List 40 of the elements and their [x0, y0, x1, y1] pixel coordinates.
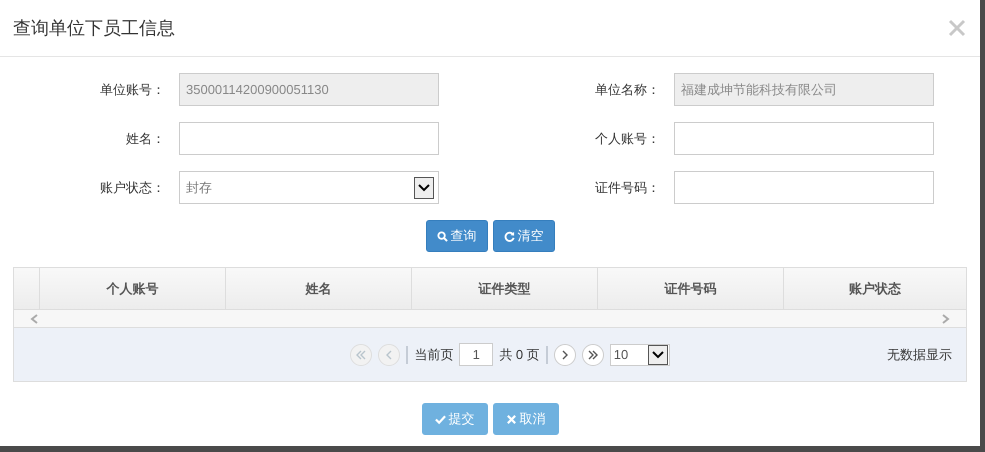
column-header: 证件类型 — [412, 268, 598, 309]
scroll-right-icon[interactable] — [942, 314, 950, 324]
input-field[interactable] — [674, 171, 934, 204]
column-header: 个人账号 — [40, 268, 226, 309]
close-icon[interactable] — [948, 19, 966, 37]
scroll-left-icon[interactable] — [30, 314, 38, 324]
search-icon — [436, 230, 448, 242]
dialog-title: 查询单位下员工信息 — [13, 17, 175, 40]
chevron-down-icon — [418, 184, 430, 192]
submit-button[interactable]: 提交 — [422, 403, 488, 435]
cancel-button[interactable]: 取消 — [492, 403, 558, 435]
check-icon — [434, 414, 446, 424]
close-icon — [506, 414, 516, 424]
refresh-icon — [504, 230, 514, 242]
dropdown-button[interactable] — [648, 344, 668, 364]
column-header: 姓名 — [226, 268, 412, 309]
field-label: 姓名： — [125, 130, 165, 148]
last-page-button[interactable] — [582, 344, 604, 366]
chevron-down-icon — [652, 350, 664, 358]
first-page-icon — [355, 348, 368, 360]
column-header: 证件号码 — [598, 268, 784, 309]
field-label: 证件号码： — [594, 178, 660, 196]
page-size-select[interactable]: 10 — [610, 344, 670, 366]
field-label: 账户状态： — [99, 178, 165, 196]
last-page-icon — [586, 348, 599, 360]
empty-message: 无数据显示 — [887, 346, 952, 364]
clear-button[interactable]: 清空 — [492, 220, 554, 252]
field-label: 单位名称： — [594, 80, 660, 98]
next-page-button[interactable] — [554, 344, 576, 366]
current-page-label: 当前页 — [414, 346, 454, 364]
input-field[interactable] — [179, 122, 439, 155]
column-header: 账户状态 — [848, 280, 902, 298]
total-pages: 共 0 页 — [499, 346, 540, 364]
field-label: 单位账号： — [99, 80, 165, 98]
input-field[interactable] — [674, 122, 934, 155]
page-input[interactable]: 1 — [459, 343, 494, 366]
field-label: 个人账号： — [594, 130, 660, 148]
dropdown-button[interactable] — [414, 176, 434, 198]
status-select[interactable]: 封存 — [179, 171, 439, 204]
search-button[interactable]: 查询 — [426, 220, 488, 252]
